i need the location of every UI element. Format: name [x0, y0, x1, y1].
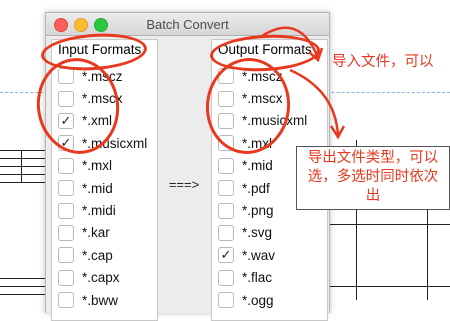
export-arrow — [289, 68, 340, 136]
export-note-line: 选，多选时同时依次 — [307, 169, 439, 185]
export-note-box: 导出文件类型，可以 选，多选时同时依次 出 — [296, 146, 450, 210]
import-note: 导入文件，可以 — [332, 54, 434, 70]
export-note-line: 导出文件类型，可以 — [307, 150, 439, 166]
export-note-line: 出 — [365, 188, 381, 204]
